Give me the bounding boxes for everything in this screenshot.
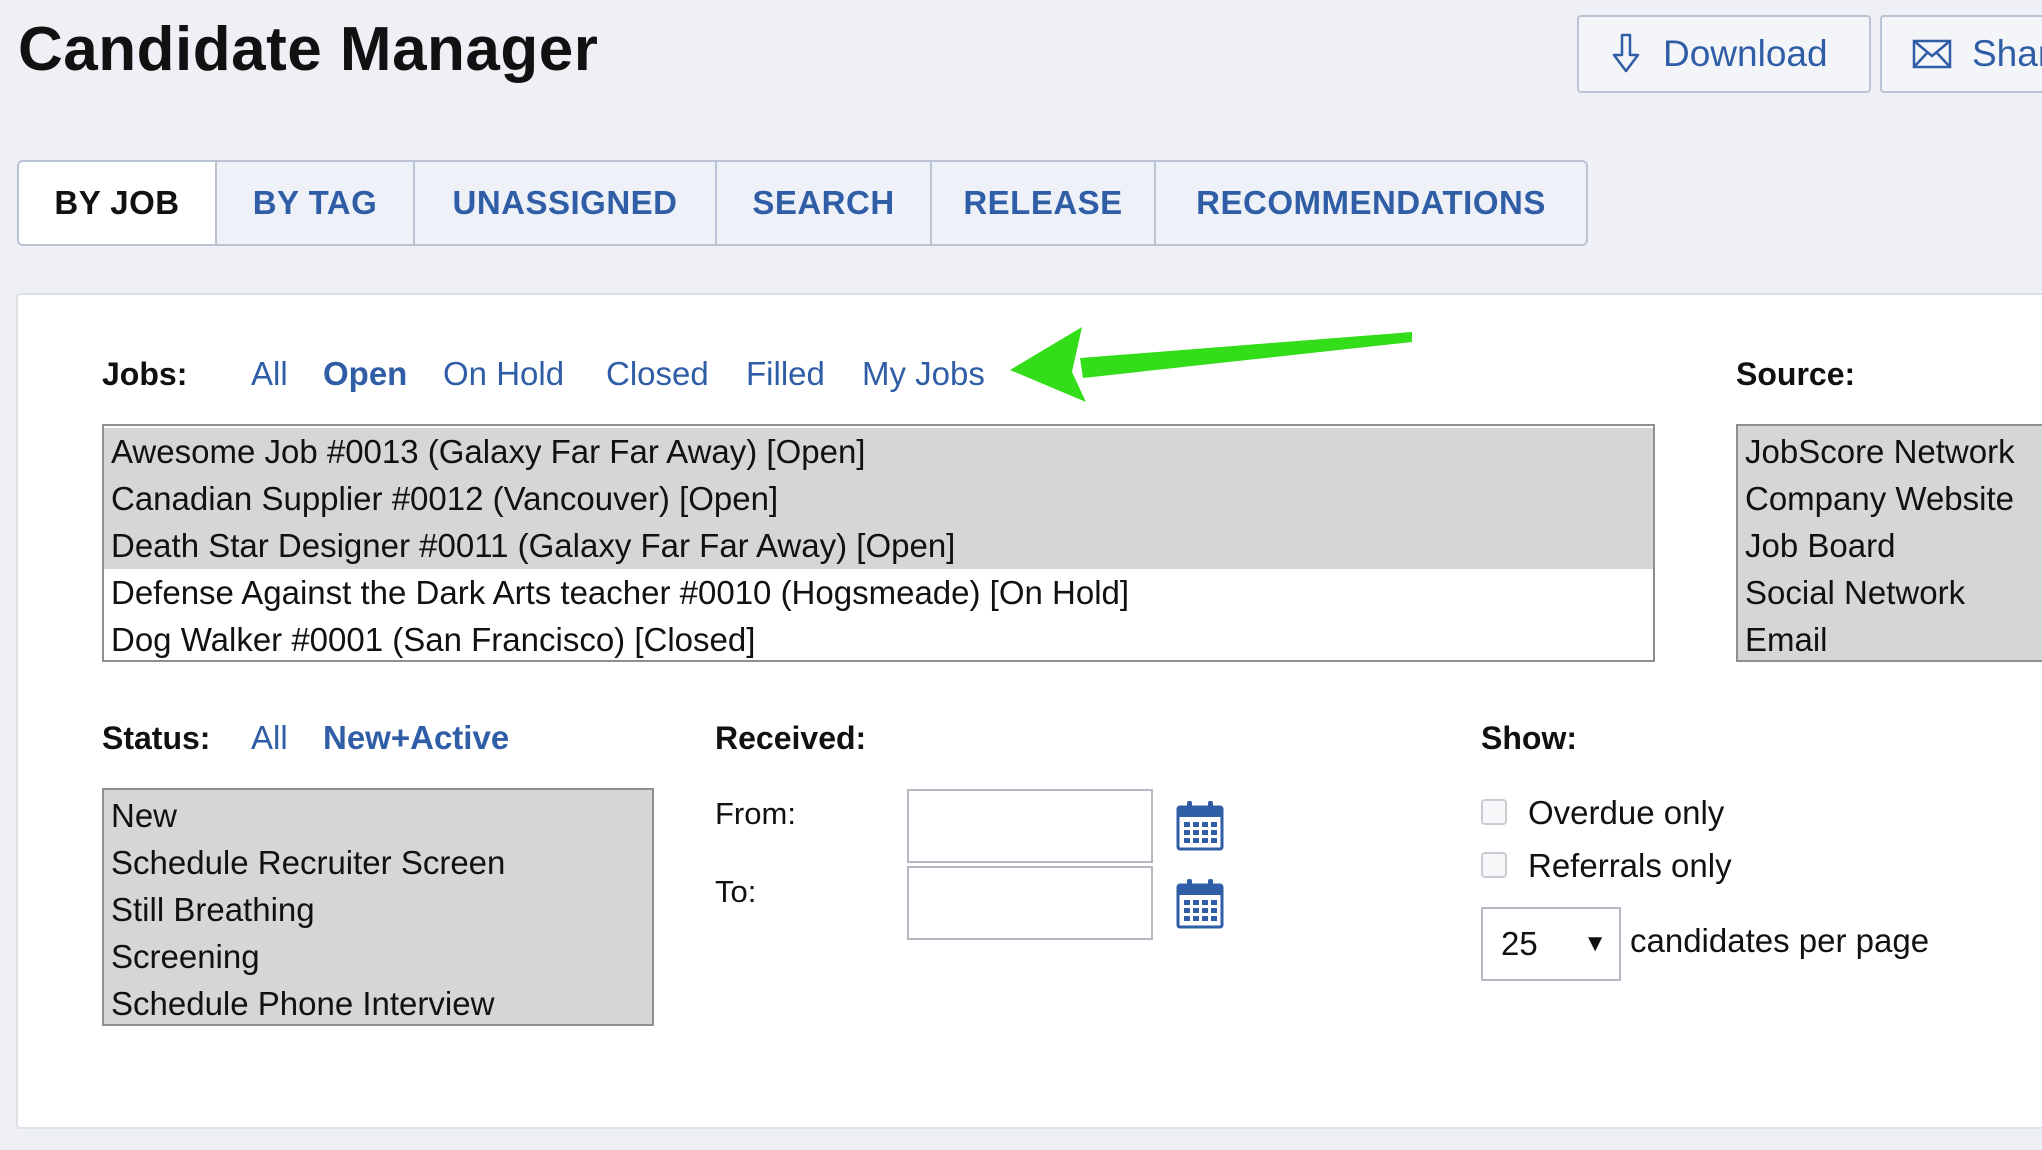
list-item[interactable]: New	[104, 792, 652, 839]
jobs-filter-all[interactable]: All	[251, 355, 288, 393]
from-label: From:	[715, 796, 796, 831]
list-item[interactable]: Canadian Supplier #0012 (Vancouver) [Ope…	[104, 475, 1653, 522]
source-listbox[interactable]: JobScore Network Company Website Job Boa…	[1736, 424, 2042, 662]
jobs-filter-filled[interactable]: Filled	[746, 355, 825, 393]
calendar-icon[interactable]	[1176, 799, 1224, 851]
status-listbox[interactable]: New Schedule Recruiter Screen Still Brea…	[102, 788, 654, 1026]
list-item[interactable]: Company Website	[1738, 475, 2042, 522]
from-date-input[interactable]	[907, 789, 1153, 863]
page-title: Candidate Manager	[18, 15, 599, 84]
share-button[interactable]: Shar	[1880, 15, 2042, 93]
share-button-label: Shar	[1972, 33, 2042, 74]
overdue-checkbox[interactable]	[1481, 799, 1507, 825]
download-button-label: Download	[1663, 33, 1828, 74]
source-label: Source:	[1736, 356, 1856, 392]
list-item[interactable]: Death Star Designer #0011 (Galaxy Far Fa…	[104, 522, 1653, 569]
jobs-label: Jobs:	[102, 356, 188, 392]
list-item[interactable]: Schedule Phone Interview	[104, 980, 652, 1024]
list-item[interactable]: Job Board	[1738, 522, 2042, 569]
tab-unassigned[interactable]: UNASSIGNED	[415, 162, 717, 244]
download-button[interactable]: Download	[1577, 15, 1871, 93]
overdue-label: Overdue only	[1528, 794, 1725, 831]
to-label: To:	[715, 874, 757, 909]
per-page-select[interactable]: 25 ▼	[1481, 907, 1621, 981]
list-item[interactable]: JobScore Network	[1738, 428, 2042, 475]
list-item[interactable]: Screening	[104, 933, 652, 980]
referrals-label: Referrals only	[1528, 847, 1732, 884]
status-filter-new-active[interactable]: New+Active	[323, 719, 509, 757]
tab-recommendations[interactable]: RECOMMENDATIONS	[1156, 162, 1586, 244]
tab-by-tag[interactable]: BY TAG	[217, 162, 415, 244]
show-label: Show:	[1481, 720, 1577, 756]
per-page-value: 25	[1501, 925, 1538, 962]
list-item[interactable]: Dog Walker #0001 (San Francisco) [Closed…	[104, 616, 1653, 660]
list-item[interactable]: Schedule Recruiter Screen	[104, 839, 652, 886]
jobs-filter-on-hold[interactable]: On Hold	[443, 355, 564, 393]
jobs-listbox[interactable]: Awesome Job #0013 (Galaxy Far Far Away) …	[102, 424, 1655, 662]
jobs-filter-closed[interactable]: Closed	[606, 355, 709, 393]
caret-down-icon: ▼	[1583, 930, 1607, 957]
tab-release[interactable]: RELEASE	[932, 162, 1156, 244]
list-item[interactable]: Awesome Job #0013 (Galaxy Far Far Away) …	[104, 428, 1653, 475]
referrals-checkbox[interactable]	[1481, 852, 1507, 878]
calendar-icon[interactable]	[1176, 877, 1224, 929]
tab-search[interactable]: SEARCH	[717, 162, 932, 244]
to-date-input[interactable]	[907, 866, 1153, 940]
status-label: Status:	[102, 720, 211, 756]
envelope-icon	[1912, 39, 1952, 69]
list-item[interactable]: Still Breathing	[104, 886, 652, 933]
jobs-filter-open[interactable]: Open	[323, 355, 407, 393]
received-label: Received:	[715, 720, 867, 756]
list-item[interactable]: Defense Against the Dark Arts teacher #0…	[104, 569, 1653, 616]
tab-by-job[interactable]: BY JOB	[19, 162, 217, 244]
per-page-suffix: candidates per page	[1630, 922, 1930, 959]
list-item[interactable]: Social Network	[1738, 569, 2042, 616]
status-filter-all[interactable]: All	[251, 719, 288, 757]
list-item[interactable]: Email	[1738, 616, 2042, 660]
jobs-filter-my-jobs[interactable]: My Jobs	[862, 355, 985, 393]
download-icon	[1612, 33, 1640, 73]
view-tabs: BY JOB BY TAG UNASSIGNED SEARCH RELEASE …	[17, 160, 1588, 246]
